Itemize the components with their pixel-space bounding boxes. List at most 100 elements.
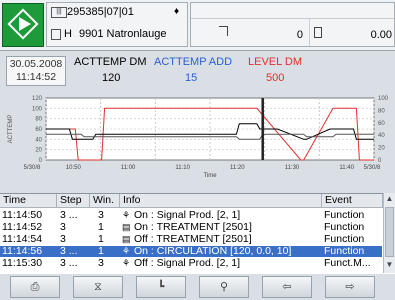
document-icon: ▤ xyxy=(122,222,131,232)
zoom-button[interactable]: ⚲ xyxy=(199,276,249,298)
label-level-dm: LEVEL DM xyxy=(248,56,303,68)
x-tick-label: 10:50 xyxy=(66,165,82,171)
row-time: 11:14:50 xyxy=(2,210,43,221)
valve-icon: ⚘ xyxy=(122,210,131,220)
row-win: 3 xyxy=(98,210,104,221)
y-tick-label: 80 xyxy=(35,117,42,123)
row-step: 3 ... xyxy=(60,246,78,257)
y-axis-label: ACTTEMP xyxy=(8,115,14,144)
y-tick-label: 20 xyxy=(35,148,42,154)
y-right-tick-label: 100 xyxy=(378,96,389,102)
row-time: 11:14:52 xyxy=(2,222,43,233)
x-tick-label: 11:00 xyxy=(121,165,136,171)
value-acttemp-dm: 120 xyxy=(102,72,121,84)
scale-icon xyxy=(314,27,322,38)
chart-button[interactable]: ┗ xyxy=(136,276,186,298)
label-acttemp-add: ACTTEMP ADD xyxy=(154,56,233,68)
y-tick-label: 40 xyxy=(35,137,42,143)
row-info: On : Signal Prod. [2, 1] xyxy=(134,210,241,221)
x-tick-label: 11:10 xyxy=(175,165,190,171)
time-text: 11:14:52 xyxy=(15,71,57,83)
row-info: On : CIRCULATION [120, 0.0, 10] xyxy=(134,246,292,257)
x-tick-label: 11:30 xyxy=(285,165,300,171)
row-event: Funct.M... xyxy=(324,258,371,269)
row-event: Function xyxy=(324,210,365,221)
y-tick-label: 60 xyxy=(35,127,42,133)
print-button[interactable]: ⎙ xyxy=(10,276,60,298)
back-button[interactable]: ⇦ xyxy=(262,276,312,298)
event-table: Time Step Win. Info Event 11:14:50 3 ... 3… xyxy=(0,193,395,274)
divider xyxy=(309,19,310,46)
y-right-tick-label: 60 xyxy=(378,121,385,127)
x-tick-label: 5/30/8 xyxy=(24,165,41,171)
row-step: 3 xyxy=(60,222,66,233)
value-level-dm: 500 xyxy=(266,72,285,84)
scroll-thumb[interactable] xyxy=(385,207,394,257)
forward-button[interactable]: ⇨ xyxy=(325,276,375,298)
table-row[interactable]: 11:14:56 3 ... 1 ⚘ On : CIRCULATION [120, 0.… xyxy=(0,246,382,257)
start-diamond-icon xyxy=(7,8,39,40)
row-info: On : TREATMENT [2501] xyxy=(134,222,252,233)
start-button[interactable] xyxy=(2,3,44,47)
table-row[interactable]: 11:15:30 3 ... 3 ⚘ Off : Signal Prod. [2, 1]… xyxy=(0,258,382,269)
table-scrollbar[interactable]: ▲ ▼ xyxy=(383,193,395,273)
row-step: 3 ... xyxy=(60,258,78,269)
datetime-box: 30.05.2008 11:14:52 xyxy=(6,56,66,86)
row-win: 1 xyxy=(98,234,104,245)
y-right-tick-label: 20 xyxy=(378,146,385,152)
row-event: Function xyxy=(324,246,365,257)
recipe-prefix: H xyxy=(64,28,72,40)
arrow-right-icon: ⇨ xyxy=(345,281,355,293)
col-header-time[interactable]: Time xyxy=(0,194,57,208)
row-info: Off : Signal Prod. [2, 1] xyxy=(134,258,241,269)
scroll-up-icon[interactable]: ▲ xyxy=(385,194,394,204)
filter-button[interactable]: ⧖ xyxy=(73,276,123,298)
table-row[interactable]: 11:14:52 3 1 ▤ On : TREATMENT [2501] Function xyxy=(0,222,382,233)
divider xyxy=(191,18,394,19)
document-icon: ▤ xyxy=(122,234,131,244)
trend-chart[interactable]: 0 20 40 60 80 100 120 ACTTEMP 0 20 40 60 80 100 5/30/8… xyxy=(2,94,394,180)
counter-value: 0 xyxy=(296,29,303,41)
counter-icon xyxy=(219,26,228,36)
y-right-tick-label: 80 xyxy=(378,108,385,114)
valve-icon: ⚘ xyxy=(122,246,131,256)
arrow-left-icon: ⇦ xyxy=(282,281,292,293)
x-tick-label: 5/30/8 xyxy=(364,165,381,171)
row-step: 3 ... xyxy=(60,210,78,221)
row-time: 11:15:30 xyxy=(2,258,43,269)
magnifier-icon: ⚲ xyxy=(219,281,229,293)
y-tick-label: 120 xyxy=(32,96,43,102)
row-time: 11:14:54 xyxy=(2,234,43,245)
col-header-win[interactable]: Win. xyxy=(90,194,120,208)
table-row[interactable]: 11:14:50 3 ... 3 ⚘ On : Signal Prod. [2, 1] F… xyxy=(0,210,382,221)
scroll-down-icon[interactable]: ▼ xyxy=(385,260,394,270)
y-right-tick-label: 0 xyxy=(378,158,382,164)
weight-value: 0.00 xyxy=(370,29,392,41)
tag-icon: ♦ xyxy=(174,6,180,17)
y-tick-label: 100 xyxy=(32,106,43,112)
x-tick-label: 11:20 xyxy=(230,165,245,171)
y-right-tick-label: 40 xyxy=(378,133,385,139)
order-box: ||| 295385|07|01 ♦ H 9901 Natronlauge xyxy=(46,2,188,47)
y-tick-label: 0 xyxy=(39,158,43,164)
row-step: 3 xyxy=(60,234,66,245)
x-tick-label: 11:40 xyxy=(339,165,354,171)
row-time: 11:14:56 xyxy=(2,246,43,257)
date-text: 30.05.2008 xyxy=(9,58,63,70)
col-header-step[interactable]: Step xyxy=(57,194,90,208)
col-header-info[interactable]: Info xyxy=(120,194,322,208)
value-acttemp-add: 15 xyxy=(185,72,198,84)
label-acttemp-dm: ACTTEMP DM xyxy=(74,56,147,68)
order-number: 295385|07|01 xyxy=(67,6,134,18)
chart-icon: ┗ xyxy=(157,281,165,293)
barcode-icon: ||| xyxy=(51,7,67,18)
row-win: 1 xyxy=(98,246,104,257)
valve-icon: ⚘ xyxy=(122,258,131,268)
table-row[interactable]: 11:14:54 3 1 ▤ Off : TREATMENT [2501] Functio… xyxy=(0,234,382,245)
document-icon xyxy=(51,29,61,40)
row-win: 3 xyxy=(98,258,104,269)
col-header-event[interactable]: Event xyxy=(322,194,383,208)
row-info: Off : TREATMENT [2501] xyxy=(134,234,252,245)
printer-icon: ⎙ xyxy=(30,281,40,293)
recipe-name: 9901 Natronlauge xyxy=(79,28,167,40)
